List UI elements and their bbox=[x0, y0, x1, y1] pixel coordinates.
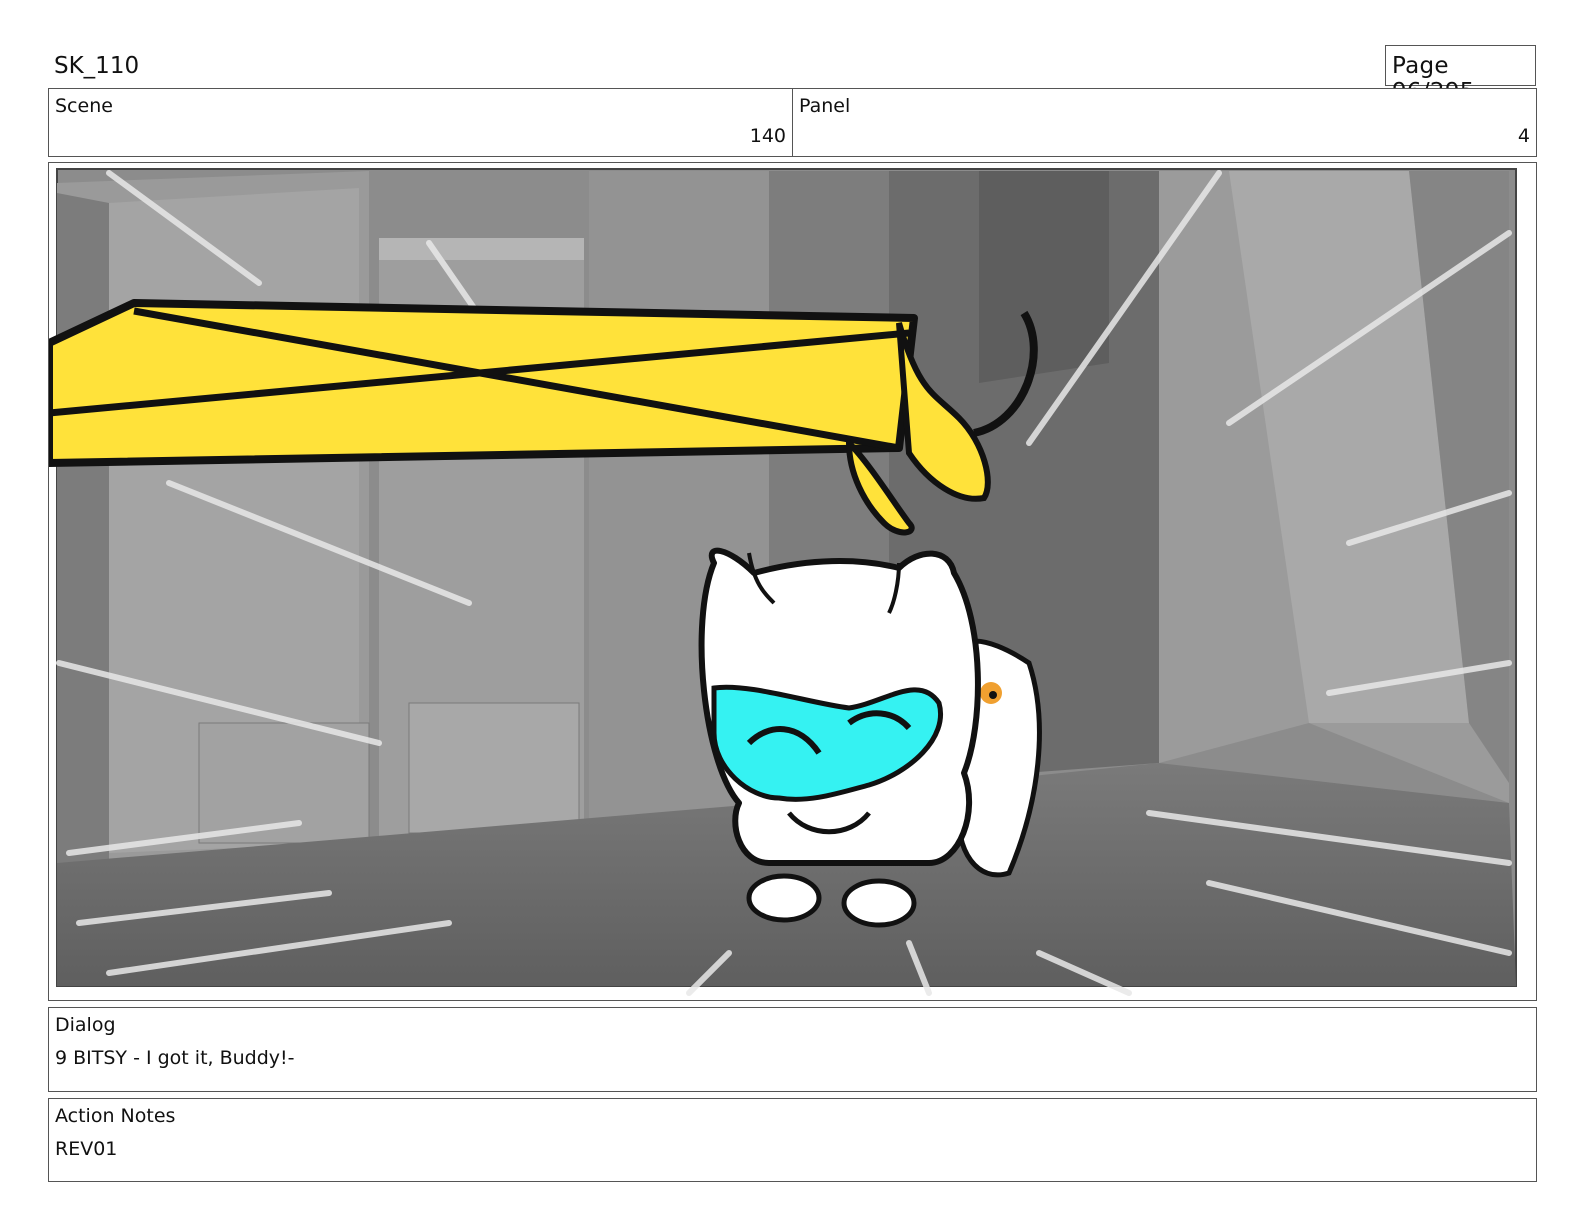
storyboard-frame bbox=[48, 162, 1537, 1001]
action-notes-field: Action Notes REV01 bbox=[48, 1098, 1537, 1182]
dialog-label: Dialog bbox=[55, 1014, 116, 1036]
scene-field: Scene 140 bbox=[48, 88, 793, 157]
panel-field: Panel 4 bbox=[792, 88, 1537, 157]
panel-number: 4 bbox=[1517, 125, 1530, 147]
dialog-text: 9 BITSY - I got it, Buddy!- bbox=[55, 1047, 295, 1069]
storyboard-drawing bbox=[49, 168, 1517, 996]
sheet-id: SK_110 bbox=[54, 53, 140, 79]
page-indicator: Page 96/295 bbox=[1385, 45, 1536, 105]
action-notes-label: Action Notes bbox=[55, 1105, 176, 1127]
action-notes-text: REV01 bbox=[55, 1138, 118, 1160]
dialog-field: Dialog 9 BITSY - I got it, Buddy!- bbox=[48, 1007, 1537, 1092]
panel-label: Panel bbox=[799, 95, 851, 117]
scene-number: 140 bbox=[749, 125, 786, 147]
page-label: Page bbox=[1392, 53, 1449, 79]
scene-label: Scene bbox=[55, 95, 113, 117]
